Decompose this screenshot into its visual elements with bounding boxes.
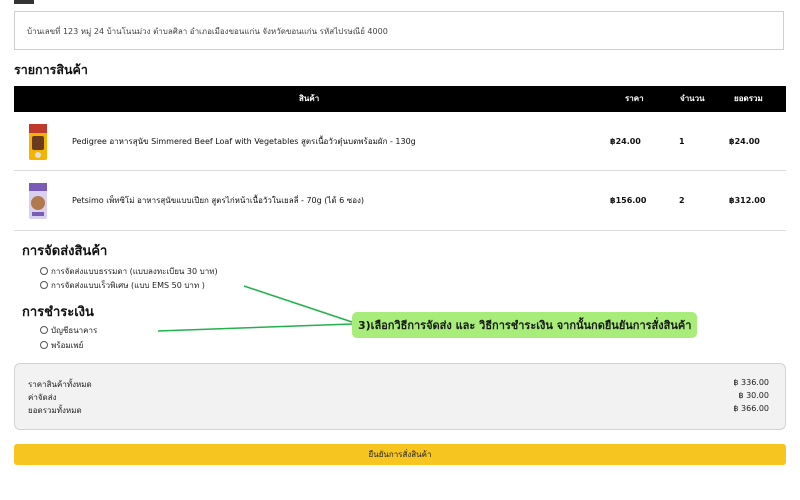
order-summary-box: ราคาสินค้าทั้งหมด ฿ 336.00 ค่าจัดส่ง ฿ 3… <box>14 363 786 430</box>
grand-total-value: ฿ 366.00 <box>733 404 769 413</box>
annotation-arrow-line <box>157 323 353 332</box>
grand-total-label: ยอดรวมทั้งหมด <box>28 406 82 415</box>
annotation-arrow-line <box>243 285 353 323</box>
subtotal-value: ฿ 336.00 <box>733 378 769 387</box>
subtotal-label: ราคาสินค้าทั้งหมด <box>28 380 92 389</box>
shipping-fee-value: ฿ 30.00 <box>738 391 769 400</box>
instruction-callout: 3)เลือกวิธีการจัดส่ง และ วิธีการชำระเงิน… <box>352 312 698 338</box>
confirm-order-button[interactable]: ยืนยันการสั่งสินค้า <box>14 444 786 465</box>
shipping-fee-label: ค่าจัดส่ง <box>28 393 57 402</box>
